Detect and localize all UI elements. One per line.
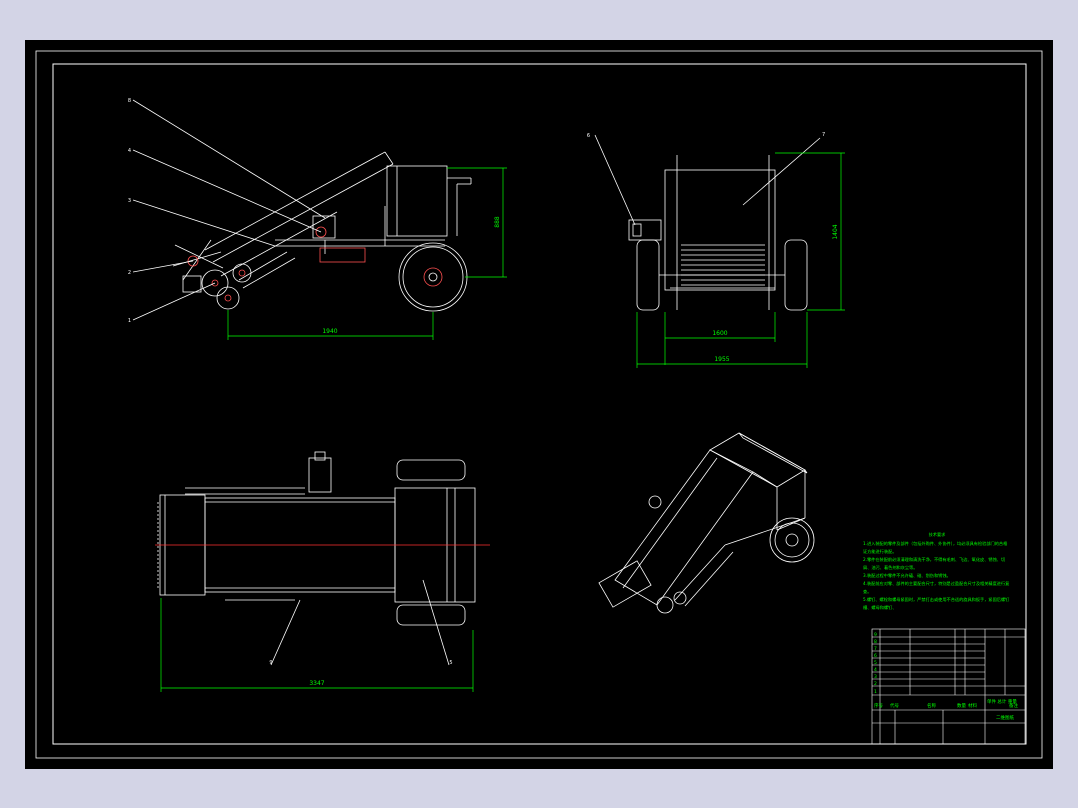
tb-header-qty: 数量: [957, 702, 966, 709]
tb-row-1: 1: [874, 689, 877, 695]
tech-req-line-4: 屑、油污、着色剂和灰尘等。: [863, 564, 917, 571]
title-block-text: 9 8 7 6 5 4 3 2 1 序号 代号 名称 数量 材料 单件 总计 重…: [874, 632, 1018, 721]
drawing-canvas: 8 4 3 2 1 888 1940 6 7 1404 1600 1955 9 …: [25, 40, 1053, 769]
outer-border: [35, 50, 1043, 759]
tb-row-2: 2: [874, 681, 877, 687]
tb-drawing-name: 二维图纸: [996, 714, 1014, 721]
side-height-dim: 888: [494, 216, 501, 228]
balloon-4: 4: [128, 148, 131, 154]
cad-drawing: 8 4 3 2 1 888 1940 6 7 1404 1600 1955 9 …: [35, 50, 1043, 759]
top-length-dim: 3347: [309, 680, 324, 687]
tb-row-7: 7: [874, 646, 877, 652]
tb-header-material: 材料: [968, 702, 977, 709]
balloon-3: 3: [128, 198, 131, 204]
side-view-balloons: 8 4 3 2 1: [128, 98, 131, 324]
balloon-1: 1: [128, 318, 131, 324]
tech-req-line-8: 5.螺钉、螺栓和螺母紧固时，严禁打击或使用不合适的旋具和扳手，紧固后螺钉: [863, 596, 1010, 603]
tb-row-3: 3: [874, 674, 877, 680]
balloon-5: 5: [449, 660, 452, 666]
technical-requirements: 技术要求 1.进入装配的零件及部件（包括外购件、外协件），均必须具有检验部门的合…: [863, 531, 1010, 611]
tb-row-8: 8: [874, 639, 877, 645]
tech-req-line-5: 3.装配过程中零件不允许磕、碰、划伤和锈蚀。: [863, 572, 951, 579]
top-view-balloons: 9 5: [269, 660, 452, 666]
tb-row-5: 5: [874, 660, 877, 666]
tb-row-4: 4: [874, 667, 877, 673]
front-view-dimensions: [636, 152, 845, 368]
side-view: [132, 99, 472, 321]
tech-req-title: 技术要求: [929, 531, 947, 538]
front-height-dim: 1404: [832, 224, 839, 239]
tech-req-line-6: 4.装配前应对零、部件的主要配合尺寸，特别是过盈配合尺寸及相关精度进行复: [863, 580, 1010, 587]
side-view-dimensions: [227, 167, 507, 340]
tb-header-code: 代号: [890, 702, 899, 709]
tb-header-index: 序号: [874, 702, 883, 709]
top-view-dimensions: [160, 598, 474, 692]
tech-req-line-7: 查。: [863, 588, 871, 595]
top-view: [157, 451, 476, 666]
tech-req-line-9: 槽、螺母和螺钉、: [863, 604, 897, 611]
tech-req-line-2: 证方能进行装配。: [863, 548, 897, 555]
balloon-8: 8: [128, 98, 131, 104]
balloon-2: 2: [128, 270, 131, 276]
tb-row-6: 6: [874, 653, 877, 659]
tb-row-9: 9: [874, 632, 877, 638]
front-outer-width-dim: 1955: [714, 356, 729, 363]
front-inner-width-dim: 1600: [712, 330, 727, 337]
tech-req-line-1: 1.进入装配的零件及部件（包括外购件、外协件），均必须具有检验部门的合格: [863, 540, 1008, 547]
tb-header-remark: 备注: [1009, 702, 1018, 709]
title-block: [871, 628, 1026, 745]
balloon-6: 6: [587, 133, 590, 139]
side-length-dim: 1940: [322, 328, 337, 335]
tb-header-name: 名称: [927, 702, 936, 709]
tech-req-line-3: 2.零件在装配前必须清理和清洗干净，不得有毛刺、飞边、氧化皮、锈蚀、切: [863, 556, 1005, 563]
isometric-view: [598, 432, 815, 614]
front-view-balloons: 6 7: [587, 132, 825, 139]
front-view: [594, 134, 821, 311]
balloon-9: 9: [269, 660, 272, 666]
balloon-7: 7: [822, 132, 825, 138]
